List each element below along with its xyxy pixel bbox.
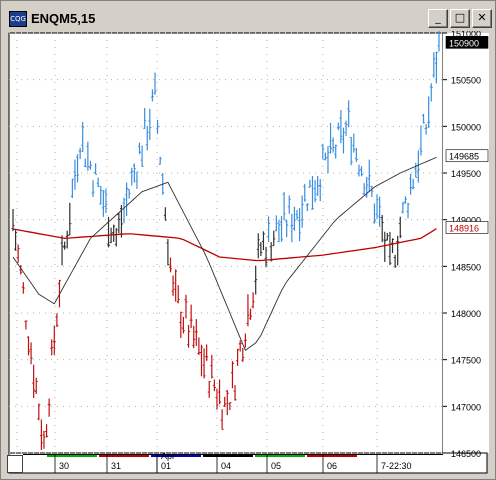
- price-tick-label: 146500: [451, 449, 481, 459]
- cqg-app-icon: CQG: [9, 11, 27, 27]
- price-tick-label: 148500: [451, 262, 481, 272]
- price-tick-label: 150500: [451, 76, 481, 86]
- window-title: ENQM5,15: [31, 11, 96, 26]
- time-label: 31: [111, 461, 121, 471]
- time-label: 04: [221, 461, 231, 471]
- maximize-button[interactable]: □: [450, 9, 470, 28]
- price-axis: [443, 33, 489, 453]
- price-chart[interactable]: 1510001505001500001495001490001485001480…: [7, 31, 491, 475]
- price-tick-label: 147500: [451, 356, 481, 366]
- time-label: 30: [59, 461, 69, 471]
- price-tick-label: 149500: [451, 169, 481, 179]
- time-label: Apr: [161, 451, 175, 461]
- minimize-button[interactable]: _: [428, 9, 448, 28]
- price-tick-label: 148000: [451, 309, 481, 319]
- chart-window: CQG ENQM5,15 _ □ ✕ 151000 150500 150000 149…: [0, 0, 496, 480]
- price-marker-label: 150900: [449, 38, 479, 48]
- scroll-box[interactable]: [7, 455, 23, 473]
- plot-area: [8, 32, 444, 454]
- time-label: 05: [271, 461, 281, 471]
- price-marker-label: 148916: [449, 224, 479, 234]
- close-button[interactable]: ✕: [472, 9, 492, 28]
- time-label: 06: [327, 461, 337, 471]
- price-tick-label: 150000: [451, 122, 481, 132]
- time-label: 7-22:30: [381, 461, 412, 471]
- price-tick-label: 147000: [451, 402, 481, 412]
- time-axis-rule: [23, 454, 443, 455]
- price-marker-label: 149685: [449, 152, 479, 162]
- title-bar[interactable]: CQG ENQM5,15 _ □ ✕: [3, 4, 493, 29]
- time-label: 01: [161, 461, 171, 471]
